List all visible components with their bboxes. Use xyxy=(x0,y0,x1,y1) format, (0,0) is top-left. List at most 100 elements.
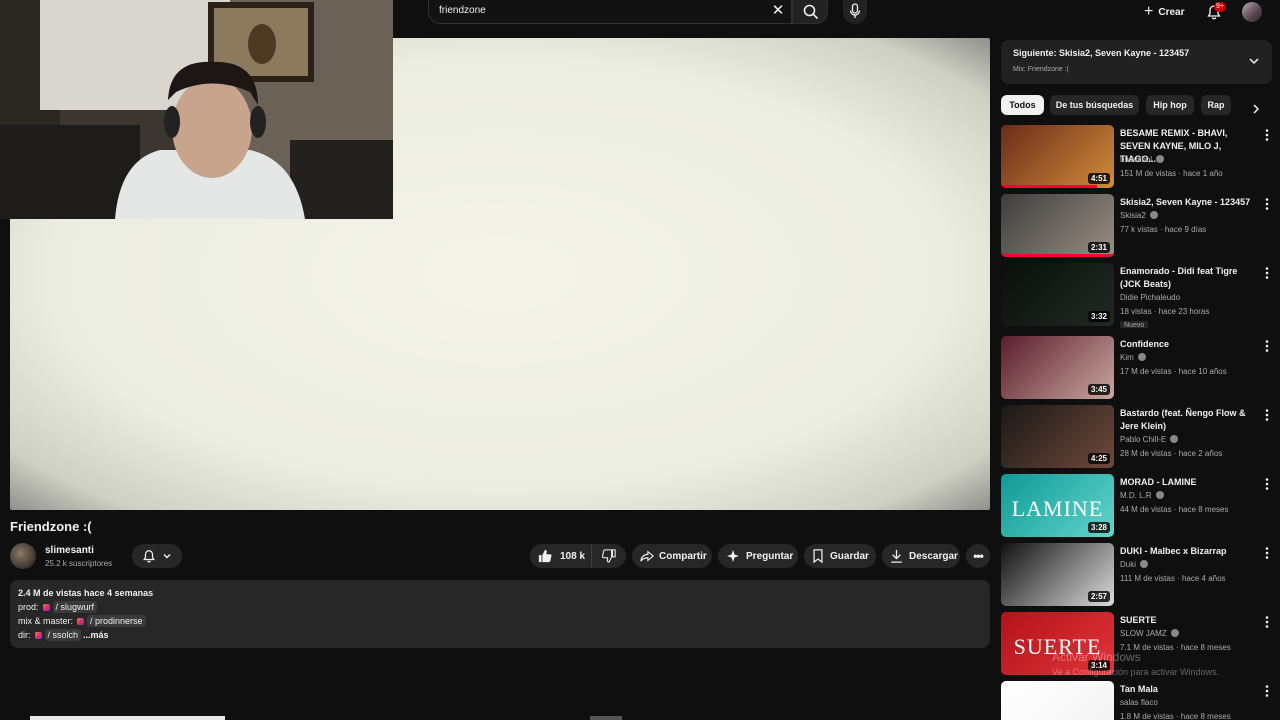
ask-button[interactable]: Preguntar xyxy=(718,544,798,568)
recommendation-channel[interactable]: salas flaco xyxy=(1120,698,1158,707)
share-button[interactable]: Compartir xyxy=(632,544,712,568)
video-duration: 3:45 xyxy=(1087,384,1110,395)
voice-search-button[interactable] xyxy=(843,0,867,24)
recommendation-thumbnail[interactable]: 3:32 xyxy=(1001,263,1114,326)
prod-handle-link[interactable]: / slugwurf xyxy=(52,601,98,613)
save-button[interactable]: Guardar xyxy=(804,544,876,568)
recommendation-title[interactable]: Tan Mala xyxy=(1120,683,1258,696)
view-stats: 2.4 M de vistas hace 4 semanas xyxy=(18,588,154,598)
recommendation-thumbnail[interactable]: 4:25 xyxy=(1001,405,1114,468)
recommendation-channel-name: Kim xyxy=(1120,353,1134,362)
thumbs-up-icon xyxy=(538,549,552,563)
recommendation-thumbnail[interactable]: 3:45 xyxy=(1001,336,1114,399)
recommendation-thumbnail[interactable]: 2:31 xyxy=(1001,194,1114,257)
recommendation-item[interactable]: LAMINE 3:28 MORAD - LAMINE M.D. L.R 44 M de … xyxy=(1001,474,1276,539)
like-button[interactable]: 108 k xyxy=(530,544,592,568)
more-vertical-icon[interactable] xyxy=(1262,477,1272,491)
more-vertical-icon[interactable] xyxy=(1262,339,1272,353)
recommendation-item[interactable]: Tan Mala salas flaco 1.8 M de vistas · hac… xyxy=(1001,681,1276,720)
show-more-link[interactable]: ...más xyxy=(83,630,109,640)
horizontal-scrollbar[interactable] xyxy=(590,716,622,720)
plus-icon: + xyxy=(1144,3,1154,20)
recommendation-channel[interactable]: Didie Pichaleudo xyxy=(1120,293,1180,302)
create-button[interactable]: + Crear xyxy=(1136,2,1192,22)
video-duration: 3:32 xyxy=(1087,311,1110,322)
more-vertical-icon[interactable] xyxy=(1262,266,1272,280)
watch-progress-bar xyxy=(1001,254,1114,257)
search-box[interactable]: friendzone xyxy=(428,0,792,24)
recommendation-channel[interactable]: Pablo Chill-E xyxy=(1120,435,1179,444)
recommendation-title[interactable]: Skisia2, Seven Kayne - 123457 xyxy=(1120,196,1258,209)
recommendation-item[interactable]: 3:45 Confidence Kim 17 M de vistas · hace 1… xyxy=(1001,336,1276,401)
dir-handle-link[interactable]: / ssolch xyxy=(44,629,82,641)
share-label: Compartir xyxy=(659,550,707,562)
chip-all[interactable]: Todos xyxy=(1001,95,1044,115)
recommendation-channel-name: salas flaco xyxy=(1120,698,1158,707)
notifications-badge: 9+ xyxy=(1214,2,1226,12)
account-avatar[interactable] xyxy=(1242,2,1262,22)
recommendation-item[interactable]: 2:31 Skisia2, Seven Kayne - 123457 Skisia2… xyxy=(1001,194,1276,259)
download-button[interactable]: Descargar xyxy=(882,544,960,568)
recommendation-title[interactable]: DUKI - Malbec x Bizarrap xyxy=(1120,545,1258,558)
recommendation-item[interactable]: 4:51 BESAME REMIX - BHAVI, SEVEN KAYNE, M… xyxy=(1001,125,1276,190)
sparkle-icon xyxy=(727,550,739,562)
verified-icon xyxy=(1156,155,1165,163)
more-actions-button[interactable]: ••• xyxy=(966,544,990,568)
verified-icon xyxy=(1155,491,1164,499)
recommendation-thumbnail[interactable]: 4:51 xyxy=(1001,125,1114,188)
subscription-bell-button[interactable] xyxy=(132,544,182,568)
video-title: Friendzone :( xyxy=(10,519,92,534)
bookmark-icon xyxy=(813,549,823,563)
recommendation-channel[interactable]: SLOW JAMZ xyxy=(1120,629,1179,638)
chevron-down-icon[interactable] xyxy=(1247,54,1261,68)
recommendation-title[interactable]: Enamorado - Didi feat Tigre (JCK Beats) xyxy=(1120,265,1258,291)
recommendation-channel[interactable]: M.D. L.R xyxy=(1120,491,1164,500)
recommendation-channel[interactable]: Kim xyxy=(1120,353,1146,362)
create-label: Crear xyxy=(1158,6,1185,18)
more-vertical-icon[interactable] xyxy=(1262,546,1272,560)
chip-from-searches[interactable]: De tus búsquedas xyxy=(1050,95,1139,115)
up-next-panel[interactable]: Siguiente: Skisia2, Seven Kayne - 123457… xyxy=(1001,40,1272,84)
instagram-icon xyxy=(77,618,85,625)
chevron-right-icon[interactable] xyxy=(1250,103,1262,115)
recommendation-channel[interactable]: Duki xyxy=(1120,560,1149,569)
recommendation-channel-name: Pablo Chill-E xyxy=(1120,435,1167,444)
recommendation-title[interactable]: Confidence xyxy=(1120,338,1258,351)
channel-avatar[interactable] xyxy=(10,543,36,569)
chip-rap[interactable]: Rap xyxy=(1201,95,1231,115)
share-icon xyxy=(640,550,654,562)
recommendation-channel[interactable]: Skisia2 xyxy=(1120,211,1158,220)
recommendation-item[interactable]: 4:25 Bastardo (feat. Ñengo Flow & Jere Kl… xyxy=(1001,405,1276,470)
recommendation-thumbnail[interactable]: SUERTE 3:14 xyxy=(1001,612,1114,675)
chip-hip-hop[interactable]: Hip hop xyxy=(1146,95,1194,115)
recommendation-item[interactable]: 3:32 Enamorado - Didi feat Tigre (JCK Bea… xyxy=(1001,263,1276,328)
recommendation-meta: 77 k vistas · hace 9 días xyxy=(1120,225,1207,234)
more-vertical-icon[interactable] xyxy=(1262,408,1272,422)
video-duration: 4:25 xyxy=(1087,453,1110,464)
search-button[interactable] xyxy=(792,0,828,24)
more-vertical-icon[interactable] xyxy=(1262,684,1272,698)
windows-activation-title: Activar Windows xyxy=(1052,650,1141,664)
recommendation-thumbnail[interactable] xyxy=(1001,681,1114,720)
like-count: 108 k xyxy=(560,550,586,562)
clear-search-icon[interactable]: ✕ xyxy=(771,3,785,19)
recommendation-title[interactable]: SUERTE xyxy=(1120,614,1258,627)
search-input[interactable]: friendzone xyxy=(439,5,486,16)
channel-name[interactable]: slimesanti xyxy=(45,545,94,556)
description-box[interactable]: 2.4 M de vistas hace 4 semanas prod: / sl… xyxy=(10,580,990,648)
more-vertical-icon[interactable] xyxy=(1262,128,1272,142)
dislike-button[interactable] xyxy=(592,544,626,568)
more-vertical-icon[interactable] xyxy=(1262,197,1272,211)
recommendation-item[interactable]: 2:57 DUKI - Malbec x Bizarrap Duki 111 M de… xyxy=(1001,543,1276,608)
recommendation-title[interactable]: Bastardo (feat. Ñengo Flow & Jere Klein) xyxy=(1120,407,1258,433)
recommendation-channel-name: Didie Pichaleudo xyxy=(1120,293,1181,302)
recommendation-channel-name: bhavitbol xyxy=(1120,155,1153,164)
dir-label: dir: xyxy=(18,630,31,640)
recommendation-thumbnail[interactable]: 2:57 xyxy=(1001,543,1114,606)
more-vertical-icon[interactable] xyxy=(1262,615,1272,629)
mix-handle-link[interactable]: / prodinnerse xyxy=(87,615,146,627)
recommendation-channel[interactable]: bhavitbol xyxy=(1120,155,1165,164)
video-duration: 3:28 xyxy=(1087,522,1110,533)
recommendation-thumbnail[interactable]: LAMINE 3:28 xyxy=(1001,474,1114,537)
recommendation-title[interactable]: MORAD - LAMINE xyxy=(1120,476,1258,489)
